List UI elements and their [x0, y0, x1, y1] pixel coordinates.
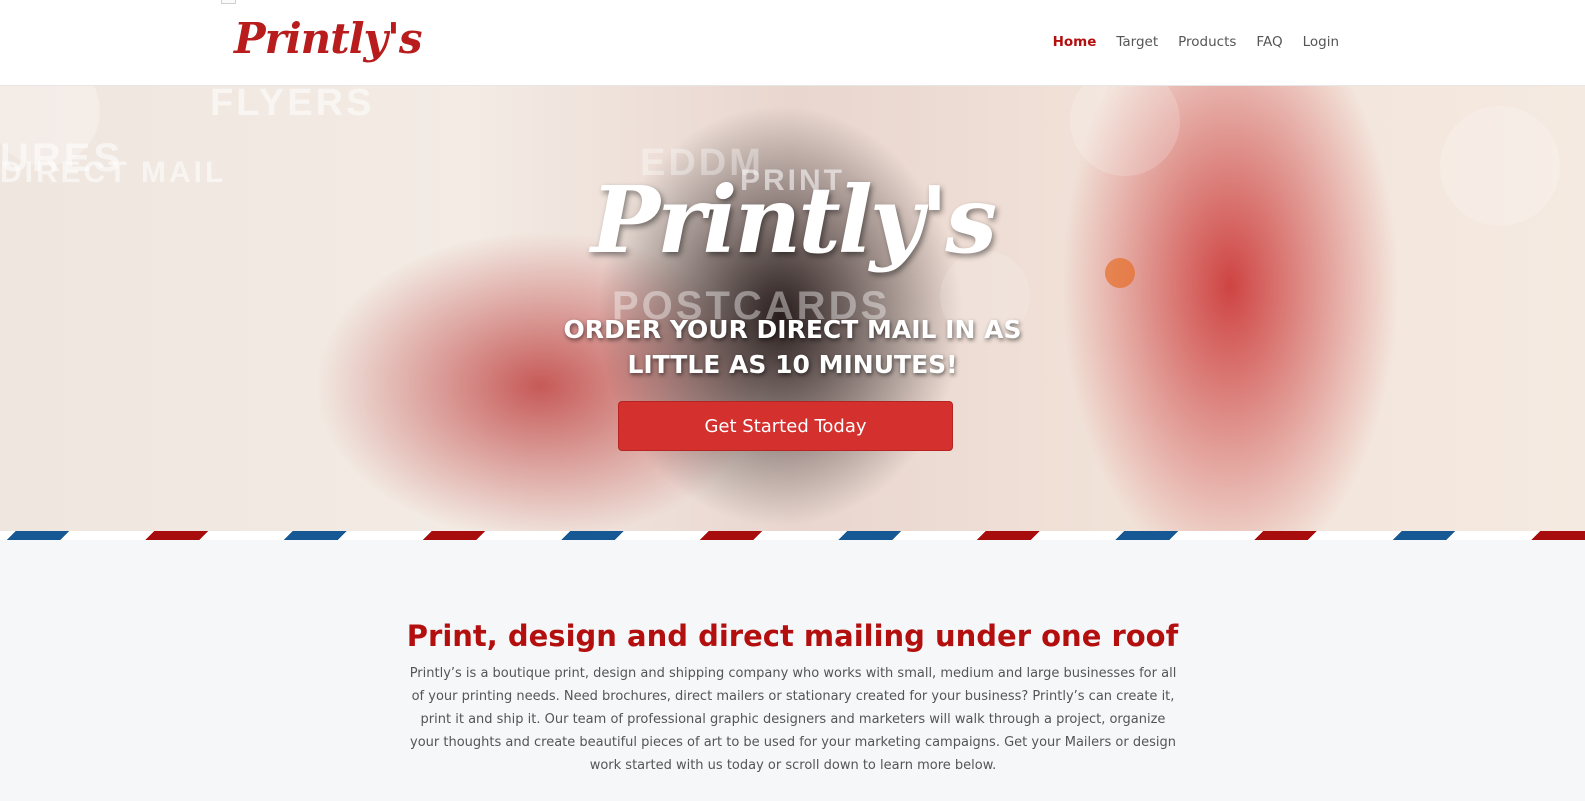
header-marker [221, 0, 236, 4]
hero-word-flyers: FLYERS [210, 86, 375, 124]
get-started-button[interactable]: Get Started Today [618, 401, 953, 451]
logo[interactable]: Printly's [234, 9, 422, 69]
hero-logo: Printly's [590, 166, 997, 274]
nav-login[interactable]: Login [1303, 32, 1339, 52]
bokeh-circle [1070, 86, 1180, 176]
hero-headline-line2: LITTLE AS 10 MINUTES! [627, 350, 958, 379]
hero-banner: FLYERS URES DIRECT MAIL EDDM PRINT POSTC… [0, 86, 1585, 532]
about-title: Print, design and direct mailing under o… [406, 619, 1179, 653]
main-nav: Home Target Products FAQ Login [1053, 32, 1339, 52]
hero-headline: ORDER YOUR DIRECT MAIL IN AS LITTLE AS 1… [0, 312, 1585, 382]
site-header: Printly's Home Target Products FAQ Login [0, 0, 1585, 86]
nav-home[interactable]: Home [1053, 32, 1097, 52]
nav-target[interactable]: Target [1116, 32, 1158, 52]
nav-products[interactable]: Products [1178, 32, 1236, 52]
nav-faq[interactable]: FAQ [1256, 32, 1282, 52]
airmail-stripe-divider [0, 531, 1585, 540]
about-body: Printly’s is a boutique print, design an… [409, 666, 1177, 773]
hero-headline-line1: ORDER YOUR DIRECT MAIL IN AS [563, 315, 1022, 344]
